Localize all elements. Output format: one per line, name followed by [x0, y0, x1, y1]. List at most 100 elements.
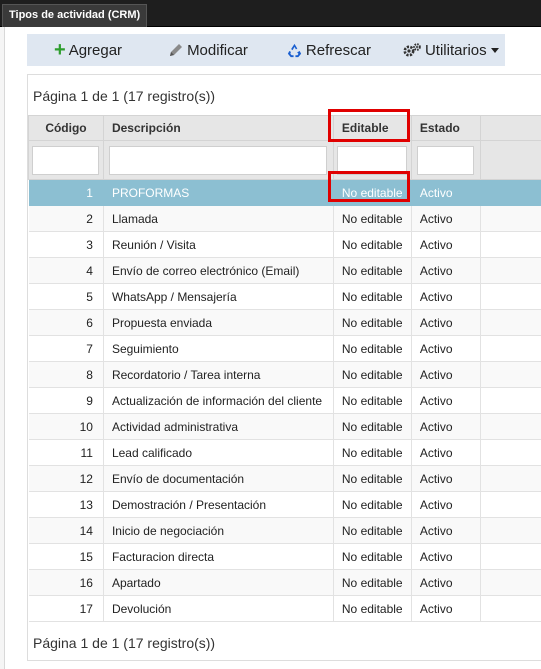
- table-row[interactable]: 17 Devolución No editable Activo: [28, 595, 541, 622]
- table-row[interactable]: 15 Facturacion directa No editable Activo: [28, 543, 541, 570]
- toolbar: + Agregar Modificar Refrescar Utilitario…: [27, 34, 505, 66]
- cell-description: WhatsApp / Mensajería: [103, 283, 334, 310]
- cell-code: 5: [28, 283, 104, 310]
- cell-filler: [480, 179, 541, 206]
- cell-code: 3: [28, 231, 104, 258]
- cell-description: Actividad administrativa: [103, 413, 334, 440]
- cell-filler: [480, 205, 541, 232]
- cell-code: 11: [28, 439, 104, 466]
- cell-filler: [480, 387, 541, 414]
- filter-status-input[interactable]: [417, 145, 475, 175]
- cell-description: Envío de correo electrónico (Email): [103, 257, 334, 284]
- header-row: Código Descripción Editable Estado: [28, 115, 541, 141]
- pager-top: Página 1 de 1 (17 registro(s)): [33, 88, 216, 104]
- pencil-icon: [170, 44, 183, 56]
- cell-editable: No editable: [333, 543, 412, 570]
- caret-down-icon: [490, 47, 499, 53]
- utilities-dropdown[interactable]: Utilitarios: [402, 34, 499, 66]
- cell-status: Activo: [411, 387, 481, 414]
- cell-editable: No editable: [333, 205, 412, 232]
- column-header-editable[interactable]: Editable: [332, 115, 412, 141]
- cell-status: Activo: [411, 231, 481, 258]
- column-header-status[interactable]: Estado: [410, 115, 481, 141]
- recycle-icon: [287, 43, 302, 57]
- filter-code-input[interactable]: [32, 145, 100, 175]
- cell-description: Actualización de información del cliente: [103, 387, 334, 414]
- cell-description: PROFORMAS: [103, 179, 334, 206]
- cell-editable: No editable: [333, 569, 412, 596]
- cell-status: Activo: [411, 361, 481, 388]
- table-row[interactable]: 10 Actividad administrativa No editable Act…: [28, 413, 541, 440]
- window-titlebar: Tipos de actividad (CRM): [0, 0, 541, 27]
- column-header-description[interactable]: Descripción: [102, 115, 334, 141]
- table-row[interactable]: 3 Reunión / Visita No editable Activo: [28, 231, 541, 258]
- cell-code: 12: [28, 465, 104, 492]
- add-button[interactable]: + Agregar: [54, 34, 122, 66]
- cell-filler: [480, 439, 541, 466]
- table-row[interactable]: 13 Demostración / Presentación No editable…: [28, 491, 541, 518]
- cell-editable: No editable: [333, 387, 412, 414]
- table-row[interactable]: 1 PROFORMAS No editable Activo: [28, 179, 541, 206]
- table-row[interactable]: 4 Envío de correo electrónico (Email) No e…: [28, 257, 541, 284]
- cell-status: Activo: [411, 283, 481, 310]
- cell-description: Recordatorio / Tarea interna: [103, 361, 334, 388]
- refresh-button-label: Refrescar: [305, 41, 371, 59]
- table-row[interactable]: 5 WhatsApp / Mensajería No editable Activo: [28, 283, 541, 310]
- cell-editable: No editable: [333, 283, 412, 310]
- table-row[interactable]: 8 Recordatorio / Tarea interna No editable…: [28, 361, 541, 388]
- cell-code: 4: [28, 257, 104, 284]
- pager-bottom: Página 1 de 1 (17 registro(s)): [33, 635, 216, 651]
- cell-description: Demostración / Presentación: [103, 491, 334, 518]
- column-header-code[interactable]: Código: [28, 115, 104, 141]
- plus-icon: +: [54, 39, 66, 61]
- column-header-status-label: Estado: [419, 121, 460, 135]
- cell-editable: No editable: [333, 439, 412, 466]
- cell-filler: [480, 361, 541, 388]
- table-row[interactable]: 6 Propuesta enviada No editable Activo: [28, 309, 541, 336]
- filter-description-input[interactable]: [109, 145, 328, 175]
- cell-filler: [480, 517, 541, 544]
- cell-status: Activo: [411, 413, 481, 440]
- column-header-filler: [479, 115, 541, 141]
- cell-description: Facturacion directa: [103, 543, 334, 570]
- cell-filler: [480, 569, 541, 596]
- filter-cell-filler: [479, 140, 541, 180]
- cell-description: Seguimiento: [103, 335, 334, 362]
- cell-filler: [480, 257, 541, 284]
- cell-status: Activo: [411, 179, 481, 206]
- cell-status: Activo: [411, 205, 481, 232]
- cell-editable: No editable: [333, 309, 412, 336]
- cell-code: 15: [28, 543, 104, 570]
- table-row[interactable]: 12 Envío de documentación No editable Activ…: [28, 465, 541, 492]
- cell-filler: [480, 309, 541, 336]
- table-row[interactable]: 14 Inicio de negociación No editable Activo: [28, 517, 541, 544]
- table-row[interactable]: 16 Apartado No editable Activo: [28, 569, 541, 596]
- cell-editable: No editable: [333, 361, 412, 388]
- table-row[interactable]: 7 Seguimiento No editable Activo: [28, 335, 541, 362]
- cell-filler: [480, 413, 541, 440]
- filter-cell-editable: [332, 140, 412, 180]
- data-grid: Página 1 de 1 (17 registro(s)) Código De…: [27, 74, 541, 661]
- main-panel: + Agregar Modificar Refrescar Utilitario…: [4, 27, 541, 669]
- cell-code: 14: [28, 517, 104, 544]
- grid-body: 1 PROFORMAS No editable Activo 2 Llamada No ed…: [28, 179, 541, 622]
- table-row[interactable]: 11 Lead calificado No editable Activo: [28, 439, 541, 466]
- cell-editable: No editable: [333, 595, 412, 622]
- cell-status: Activo: [411, 465, 481, 492]
- modify-button[interactable]: Modificar: [168, 34, 248, 66]
- table-row[interactable]: 9 Actualización de información del client…: [28, 387, 541, 414]
- cell-status: Activo: [411, 569, 481, 596]
- refresh-button[interactable]: Refrescar: [286, 34, 371, 66]
- filter-editable-input[interactable]: [337, 145, 408, 175]
- cell-description: Reunión / Visita: [103, 231, 334, 258]
- window-tab[interactable]: Tipos de actividad (CRM): [2, 4, 148, 27]
- cell-status: Activo: [411, 517, 481, 544]
- cell-editable: No editable: [333, 257, 412, 284]
- cell-editable: No editable: [333, 231, 412, 258]
- cell-code: 6: [28, 309, 104, 336]
- cell-code: 10: [28, 413, 104, 440]
- grid-table: Código Descripción Editable Estado 1 PROF…: [28, 115, 541, 622]
- column-header-code-label: Código: [45, 121, 87, 135]
- cell-code: 16: [28, 569, 104, 596]
- table-row[interactable]: 2 Llamada No editable Activo: [28, 205, 541, 232]
